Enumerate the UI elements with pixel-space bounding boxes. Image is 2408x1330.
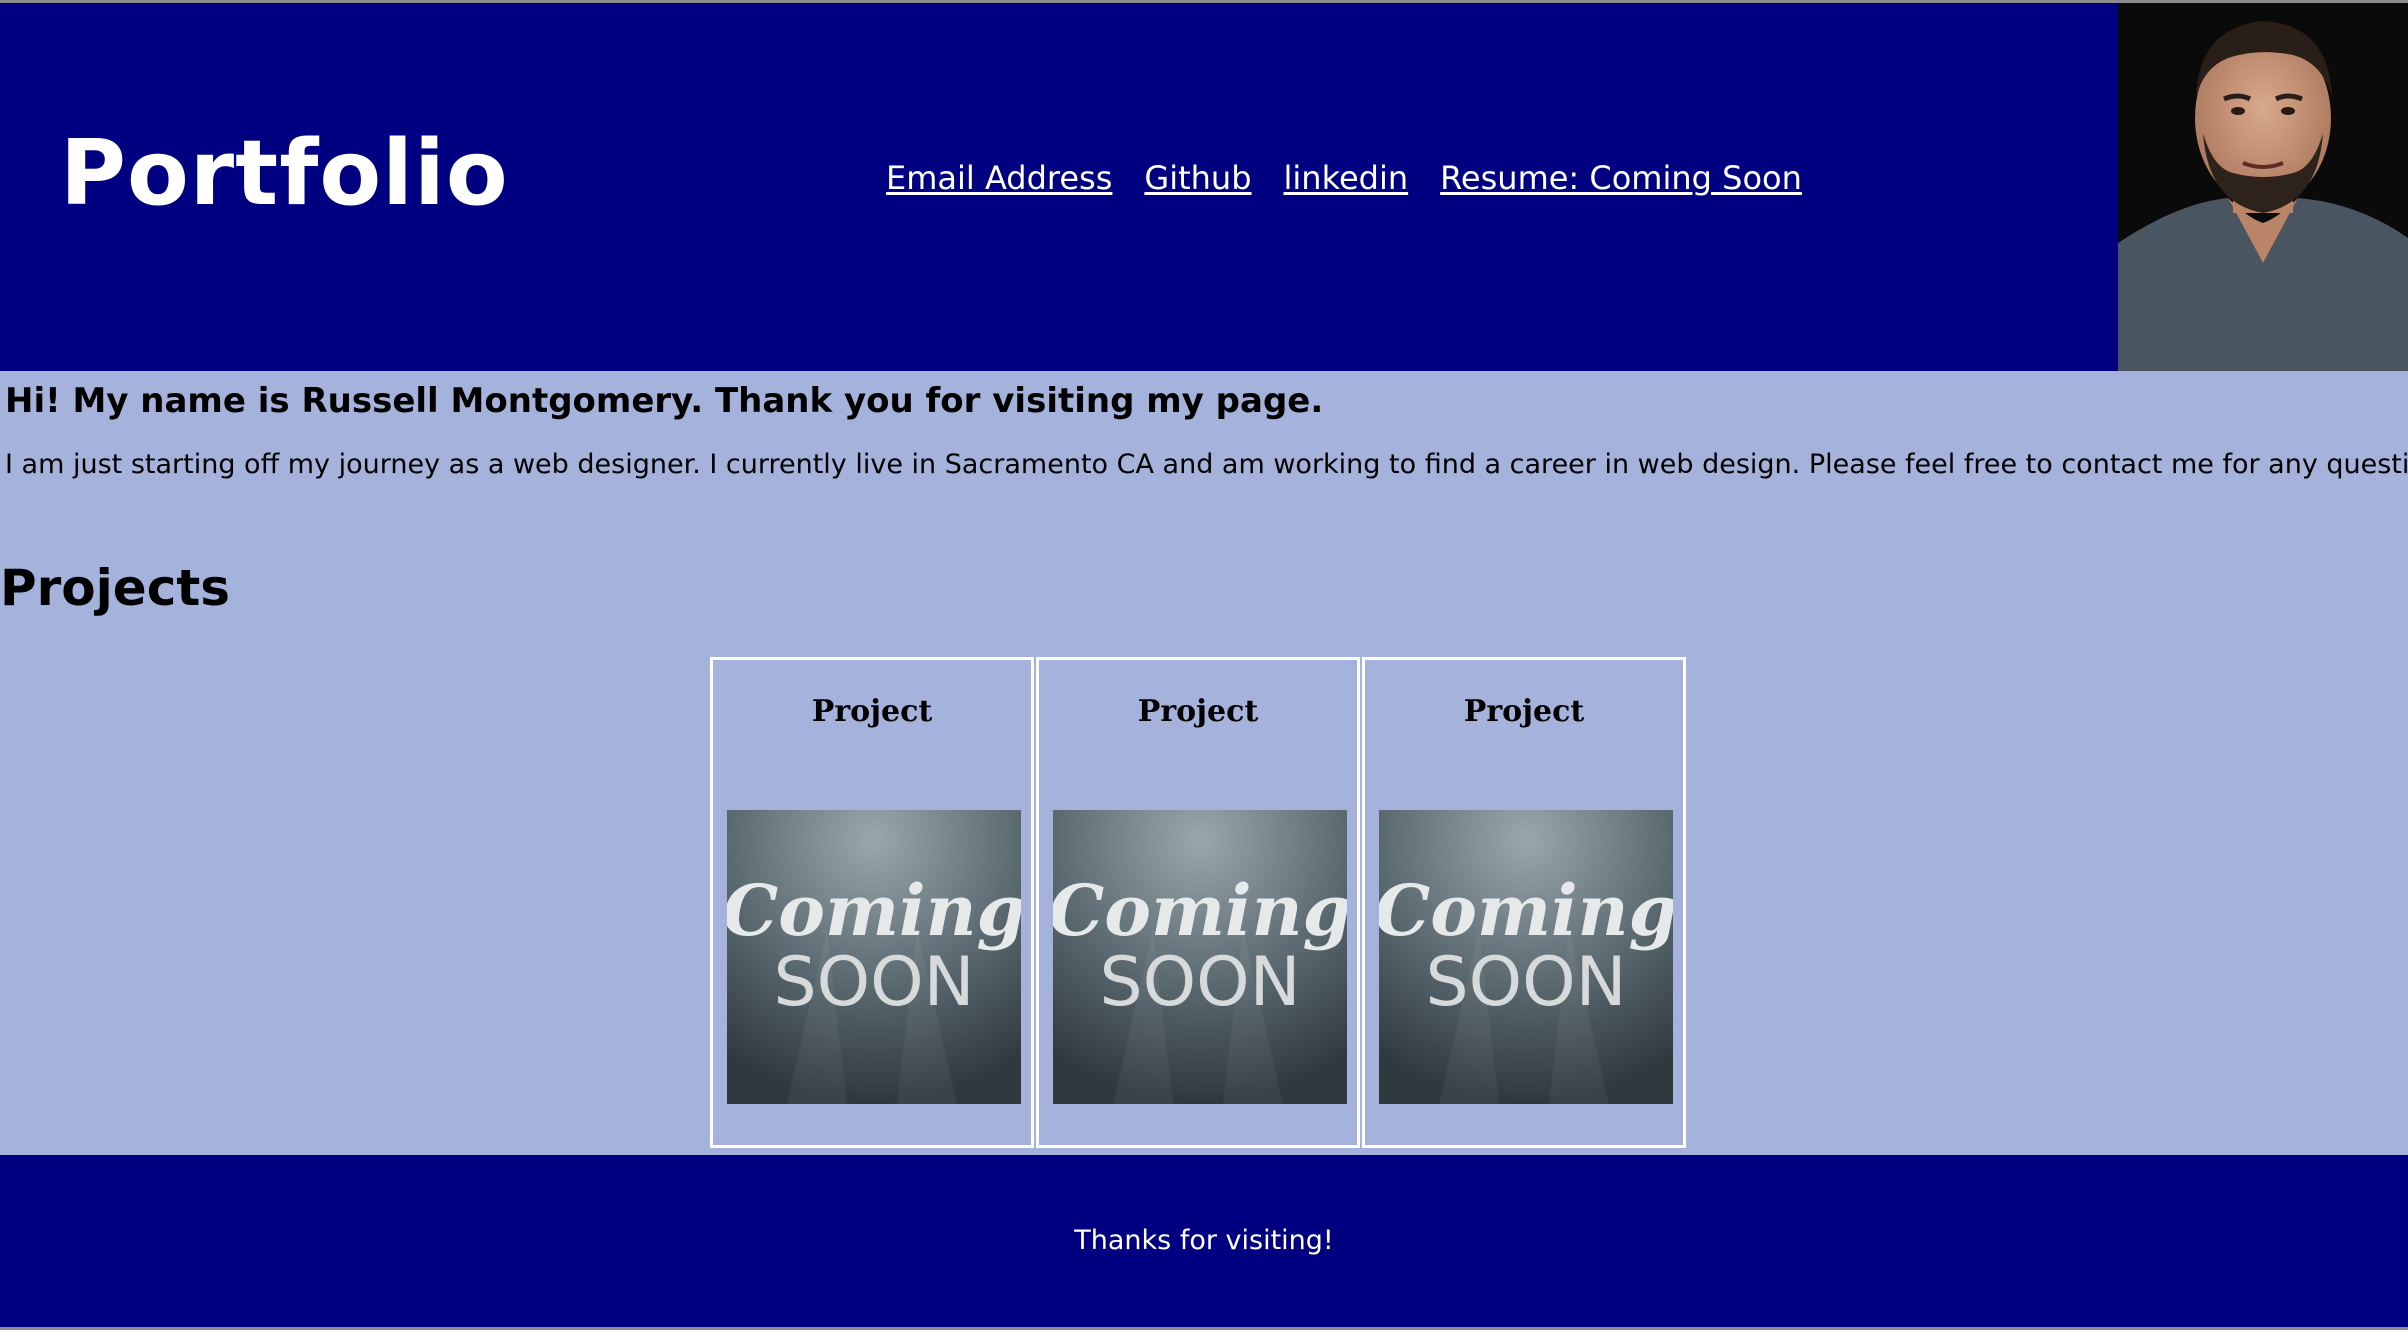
intro-text: I am just starting off my journey as a w… xyxy=(5,449,2408,480)
nav-link-github[interactable]: Github xyxy=(1144,159,1251,197)
coming-soon-line2: SOON xyxy=(1099,943,1300,1022)
projects-grid: Project Coming SOON Project Coming SOON … xyxy=(710,657,1688,1148)
footer-text: Thanks for visiting! xyxy=(1074,1225,1334,1256)
intro-heading: Hi! My name is Russell Montgomery. Thank… xyxy=(5,381,1324,421)
site-header: Portfolio Email Address Github linkedin … xyxy=(0,3,2408,371)
coming-soon-line2: SOON xyxy=(1425,943,1626,1022)
nav-link-email[interactable]: Email Address xyxy=(886,159,1112,197)
coming-soon-line1: Coming xyxy=(1379,869,1673,952)
site-title: Portfolio xyxy=(60,121,509,226)
project-title: Project xyxy=(811,694,933,729)
projects-heading: Projects xyxy=(0,559,231,617)
nav-link-linkedin[interactable]: linkedin xyxy=(1284,159,1409,197)
coming-soon-line1: Coming xyxy=(727,869,1021,952)
coming-soon-image: Coming SOON xyxy=(1379,810,1673,1104)
profile-photo xyxy=(2118,3,2408,371)
coming-soon-line1: Coming xyxy=(1053,869,1347,952)
project-card[interactable]: Project Coming SOON xyxy=(710,657,1034,1148)
project-card[interactable]: Project Coming SOON xyxy=(1362,657,1686,1148)
site-footer: Thanks for visiting! xyxy=(0,1155,2408,1327)
nav-link-resume[interactable]: Resume: Coming Soon xyxy=(1440,159,1802,197)
project-title: Project xyxy=(1137,694,1259,729)
coming-soon-line2: SOON xyxy=(773,943,974,1022)
project-card[interactable]: Project Coming SOON xyxy=(1036,657,1360,1148)
project-title: Project xyxy=(1463,694,1585,729)
coming-soon-image: Coming SOON xyxy=(727,810,1021,1104)
main-nav: Email Address Github linkedin Resume: Co… xyxy=(886,159,1802,197)
coming-soon-image: Coming SOON xyxy=(1053,810,1347,1104)
